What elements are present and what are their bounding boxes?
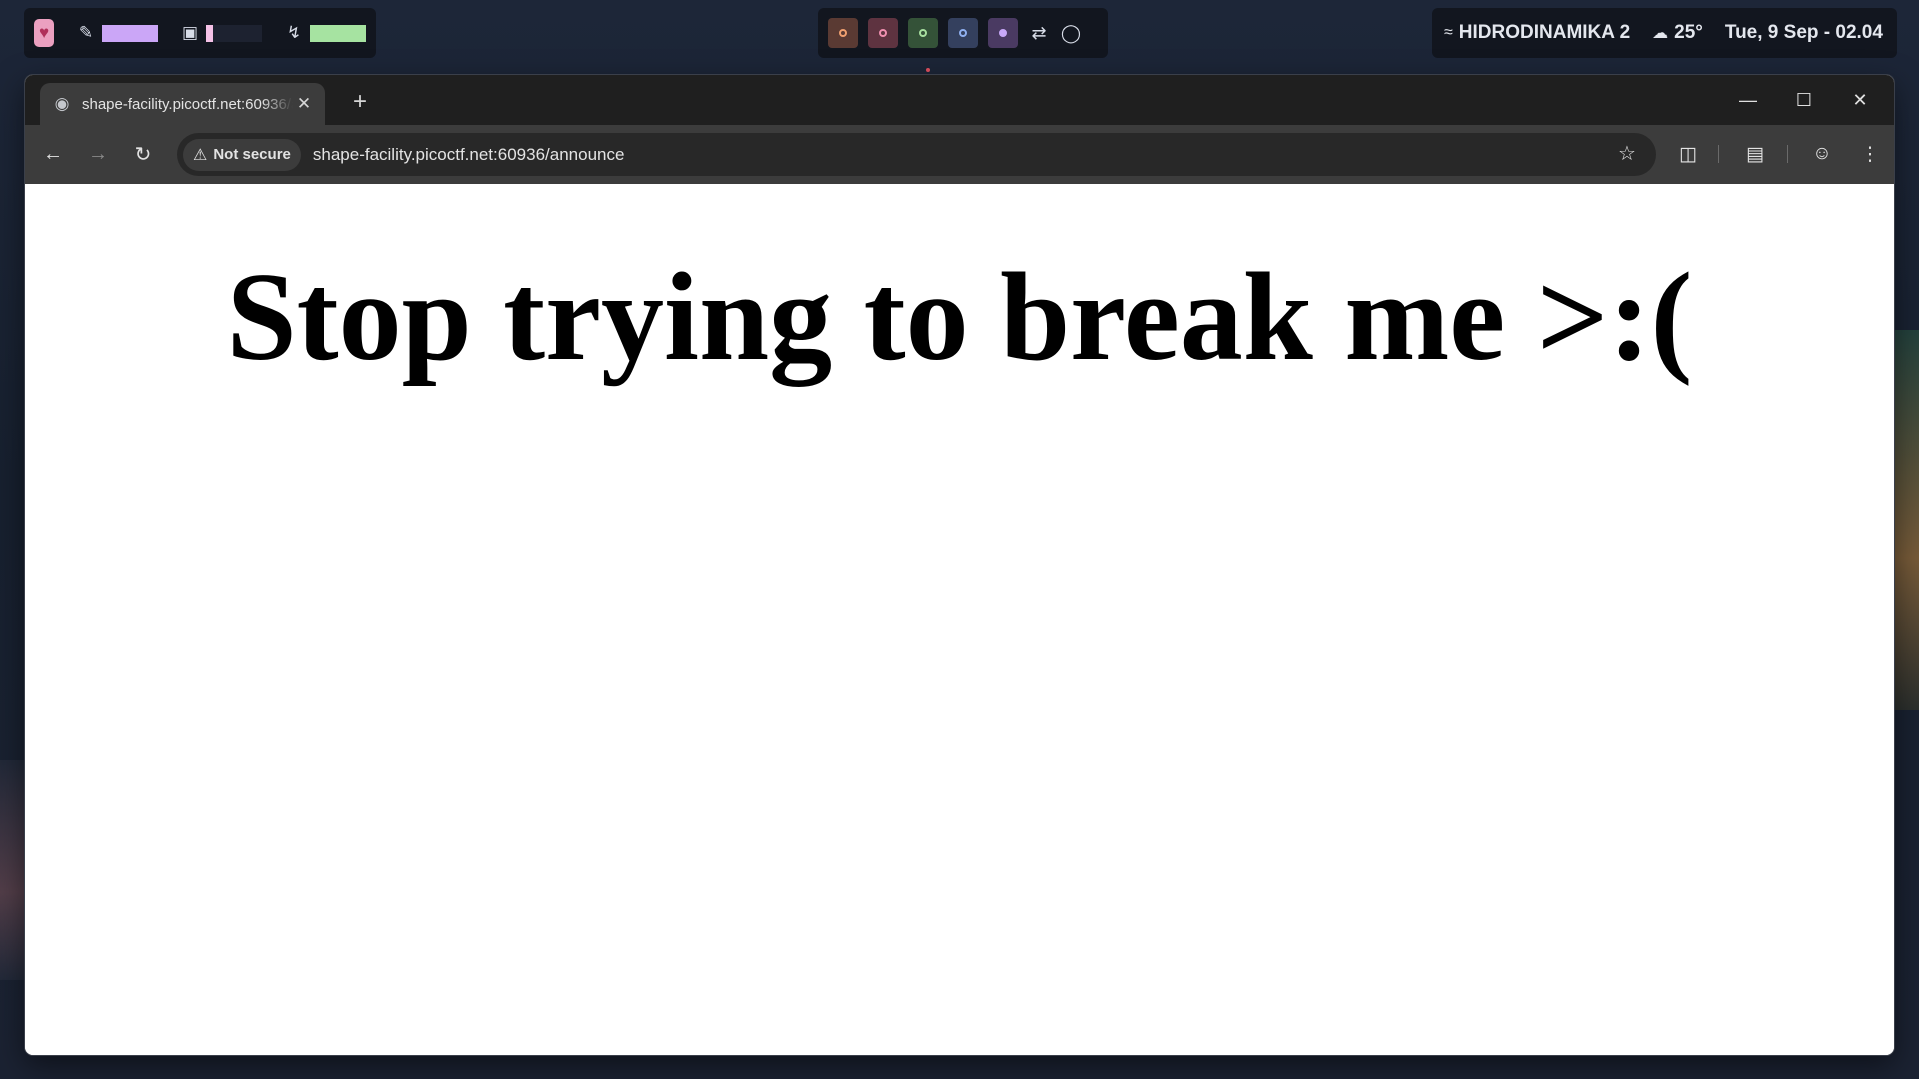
cpu-icon: ▣ <box>181 23 199 42</box>
browser-window: ◉ shape-facility.picoctf.net:60936/annou… <box>25 75 1894 1055</box>
cast-search-icon[interactable]: ▤ <box>1740 139 1770 169</box>
cloud-icon: ☁ <box>1652 25 1669 42</box>
cpu-bar <box>206 24 262 42</box>
close-window-button[interactable]: ✕ <box>1832 75 1888 125</box>
workspace-3[interactable] <box>908 18 938 48</box>
globe-icon: ◉ <box>54 94 70 113</box>
browser-toolbar: ← → ↻ ⚠ Not secure shape-facility.picoct… <box>25 125 1894 184</box>
workspace-1[interactable] <box>828 18 858 48</box>
clock[interactable]: Tue, 9 Sep - 02.04 <box>1725 22 1883 44</box>
security-chip[interactable]: ⚠ Not secure <box>183 138 301 171</box>
maximize-button[interactable]: ☐ <box>1776 75 1832 125</box>
tab-title: shape-facility.picoctf.net:60936/announc… <box>82 95 293 113</box>
back-button[interactable]: ← <box>38 139 68 169</box>
security-label: Not secure <box>213 146 291 163</box>
lightning-icon: ↯ <box>286 23 302 42</box>
address-bar[interactable]: ⚠ Not secure shape-facility.picoctf.net:… <box>177 133 1656 176</box>
workspace-5[interactable] <box>988 18 1018 48</box>
minimize-button[interactable]: — <box>1720 75 1776 125</box>
wallpaper-detail <box>1895 330 1919 710</box>
close-tab-icon[interactable]: ✕ <box>293 94 315 114</box>
toolbar-divider <box>1787 145 1788 163</box>
bookmark-star-icon[interactable]: ☆ <box>1614 141 1640 167</box>
wifi-icon: ≈ <box>1444 24 1453 41</box>
page-heading: Stop trying to break me >:( <box>226 248 1693 387</box>
tab-strip: ◉ shape-facility.picoctf.net:60936/annou… <box>25 75 1894 125</box>
workspace-dot <box>879 29 887 37</box>
page-content: Stop trying to break me >:( <box>25 184 1894 1055</box>
memory-bar <box>102 24 158 42</box>
status-panel: ≈ HIDRODINAMIKA 2 ☁ 25° Tue, 9 Sep - 02.… <box>1432 8 1897 58</box>
new-tab-button[interactable]: + <box>345 87 375 117</box>
tab-active[interactable]: ◉ shape-facility.picoctf.net:60936/annou… <box>40 83 325 125</box>
workspace-dot <box>999 29 1007 37</box>
workspace-2[interactable] <box>868 18 898 48</box>
network-name: HIDRODINAMIKA 2 <box>1458 22 1631 43</box>
kebab-menu-icon[interactable]: ⋮ <box>1855 139 1885 169</box>
toolbar-divider <box>1718 145 1719 163</box>
cpu-bar-fill <box>206 24 213 42</box>
memory-icon: ✎ <box>78 23 94 42</box>
battery-bar-fill <box>310 24 366 42</box>
warning-icon: ⚠ <box>193 146 208 164</box>
reload-button[interactable]: ↻ <box>128 139 158 169</box>
active-indicator <box>926 68 930 72</box>
forward-button[interactable]: → <box>83 139 113 169</box>
cpu-stat: ▣ <box>180 23 262 43</box>
heart-icon[interactable]: ♥ <box>34 19 54 47</box>
profile-icon[interactable]: ☺ <box>1807 139 1837 169</box>
network-status[interactable]: ≈ HIDRODINAMIKA 2 <box>1444 22 1630 44</box>
workspace-dot <box>959 29 967 37</box>
battery-stat: ↯ <box>284 23 366 43</box>
url-text[interactable]: shape-facility.picoctf.net:60936/announc… <box>313 145 625 165</box>
extensions-icon[interactable]: ◫ <box>1673 139 1703 169</box>
wallpaper-detail <box>0 760 24 980</box>
workspace-dot <box>839 29 847 37</box>
datetime: Tue, 9 Sep - 02.04 <box>1724 22 1883 43</box>
battery-bar <box>310 24 366 42</box>
workspace-dot <box>919 29 927 37</box>
temperature: 25° <box>1674 22 1703 43</box>
chrome-icon[interactable]: ◯ <box>1060 23 1082 44</box>
weather-status[interactable]: ☁ 25° <box>1652 22 1703 44</box>
memory-bar-fill <box>102 24 158 42</box>
workspace-4[interactable] <box>948 18 978 48</box>
system-stats-panel: ♥ ✎ ▣ ↯ <box>24 8 376 58</box>
memory-stat: ✎ <box>76 23 158 43</box>
swap-icon[interactable]: ⇄ <box>1028 23 1050 44</box>
workspace-panel: ⇄ ◯ <box>818 8 1108 58</box>
